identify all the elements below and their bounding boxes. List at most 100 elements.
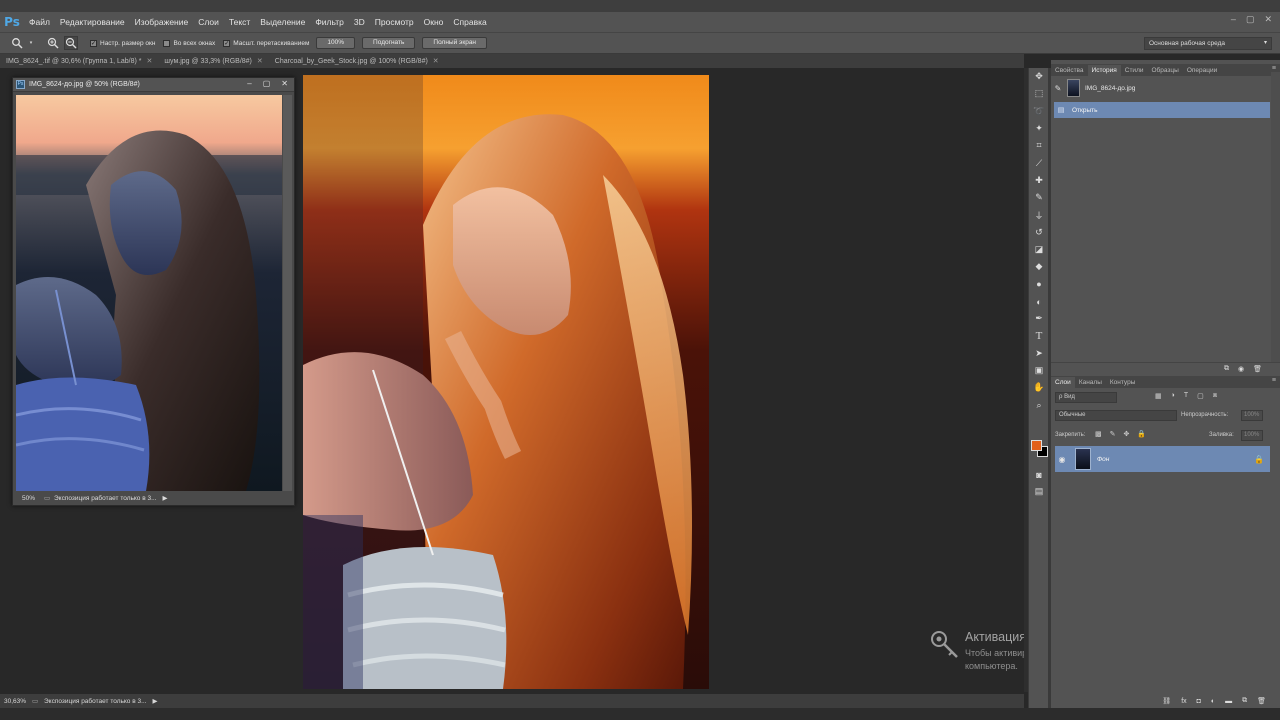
lock-all-icon[interactable]: 🔒 [1137,430,1146,438]
tab-channels[interactable]: Каналы [1075,377,1106,388]
type-tool-icon[interactable]: T [1029,327,1049,344]
eraser-tool-icon[interactable]: ◪ [1029,241,1049,258]
quick-mask-icon[interactable]: ◙ [1029,466,1049,483]
brush-tool-icon[interactable]: ✎ [1029,189,1049,206]
path-selection-tool-icon[interactable]: ➤ [1029,345,1049,362]
close-icon[interactable]: ✕ [433,57,439,65]
fill-field[interactable]: 100% [1241,430,1263,441]
marquee-tool-icon[interactable]: ⬚ [1029,85,1049,102]
magic-wand-tool-icon[interactable]: ✦ [1029,120,1049,137]
lock-transparency-icon[interactable]: ▩ [1095,430,1102,438]
workspace-select[interactable]: Основная рабочая среда ▾ [1144,37,1272,50]
menu-file[interactable]: Файл [24,17,55,27]
resize-windows-checkbox[interactable]: ✓ Настр. размер окн [90,39,155,47]
play-arrow-icon[interactable]: ▶ [153,697,158,705]
layer-filter-select[interactable]: ρ Вид [1055,392,1117,403]
eyedropper-tool-icon[interactable]: ⟋ [1029,154,1049,171]
chevron-down-icon[interactable]: ▾ [28,36,34,50]
move-tool-icon[interactable]: ✥ [1029,68,1049,85]
tab-charcoal-jpg[interactable]: Charcoal_by_Geek_Stock.jpg @ 100% (RGB/8… [269,57,445,66]
clone-stamp-tool-icon[interactable]: ⏚ [1029,206,1049,223]
zoom-readout[interactable]: 30,63% [4,698,32,705]
tab-history[interactable]: История [1087,65,1121,76]
menu-window[interactable]: Окно [419,17,449,27]
tab-noise-jpg[interactable]: шум.jpg @ 33,3% (RGB/8#) ✕ [158,57,268,66]
floating-window-scrollbar[interactable] [283,95,292,491]
play-arrow-icon[interactable]: ▶ [163,494,168,502]
add-mask-icon[interactable]: ◘ [1197,698,1201,705]
lasso-tool-icon[interactable]: ➰ [1029,103,1049,120]
hand-tool-icon[interactable]: ✋ [1029,379,1049,396]
history-item-open[interactable]: ▤ Открыть [1054,102,1270,118]
floating-document-window[interactable]: Ps IMG_8624-до.jpg @ 50% (RGB/8#) – ▢ ✕ [12,77,295,506]
trash-icon[interactable]: 🗑 [1257,697,1266,705]
floating-zoom-readout[interactable]: 50% [16,495,40,502]
blur-tool-icon[interactable]: ● [1029,276,1049,293]
zoom-tool-icon[interactable] [10,36,24,50]
history-snapshot[interactable]: ✎ IMG_8624-до.jpg [1051,77,1280,99]
before-photo[interactable] [16,95,282,491]
new-layer-icon[interactable]: ⧉ [1242,697,1247,705]
menu-help[interactable]: Справка [448,17,491,27]
lock-position-icon[interactable]: ✥ [1124,430,1130,438]
lock-pixels-icon[interactable]: ✎ [1110,430,1116,438]
healing-brush-tool-icon[interactable]: ✚ [1029,172,1049,189]
restore-button[interactable]: ▢ [1246,14,1255,25]
paint-bucket-tool-icon[interactable]: ◆ [1029,258,1049,275]
history-brush-tool-icon[interactable]: ↺ [1029,224,1049,241]
camera-icon[interactable]: ◉ [1238,365,1244,373]
type-filter-icon[interactable]: T [1184,392,1188,400]
link-layers-icon[interactable]: ⛓ [1162,697,1171,705]
menu-image[interactable]: Изображение [130,17,194,27]
layer-row-background[interactable]: ◉ Фон 🔒 [1055,446,1270,472]
smart-object-filter-icon[interactable]: ⧈ [1213,392,1217,400]
maximize-button[interactable]: ▢ [263,79,271,88]
adjustment-filter-icon[interactable]: ◑ [1171,392,1175,400]
close-button[interactable]: ✕ [1264,14,1272,25]
blend-mode-select[interactable]: Обычные [1055,410,1177,421]
tab-styles[interactable]: Стили [1121,65,1148,76]
opacity-field[interactable]: 100% [1241,410,1263,421]
zoom-100-button[interactable]: 100% [316,37,356,49]
menu-3d[interactable]: 3D [349,17,370,27]
tab-img8624-tif[interactable]: IMG_8624_.tif @ 30,6% (Группа 1, Lab/8) … [0,57,158,66]
zoom-tool-icon[interactable]: ⌕ [1029,397,1049,414]
full-screen-button[interactable]: Полный экран [422,37,488,49]
scrubby-zoom-checkbox[interactable]: ✓ Масшт. перетаскиванием [223,39,309,47]
history-scrollbar[interactable] [1271,72,1280,362]
adjustment-layer-icon[interactable]: ◐ [1211,698,1215,705]
tab-layers[interactable]: Слои [1051,377,1075,388]
screen-mode-icon[interactable]: ▤ [1029,483,1049,500]
dodge-tool-icon[interactable]: ◐ [1029,293,1049,310]
zoom-out-icon[interactable] [64,36,78,50]
menu-edit[interactable]: Редактирование [55,17,130,27]
layer-style-icon[interactable]: fx [1181,698,1186,705]
panel-menu-icon[interactable]: ≡ [1272,377,1276,384]
tab-paths[interactable]: Контуры [1106,377,1140,388]
menu-select[interactable]: Выделение [255,17,310,27]
minimize-button[interactable]: – [1231,14,1236,25]
close-button[interactable]: ✕ [281,79,288,88]
close-icon[interactable]: ✕ [147,57,153,65]
panel-menu-icon[interactable]: ≡ [1272,65,1276,72]
menu-layers[interactable]: Слои [193,17,224,27]
pen-tool-icon[interactable]: ✒ [1029,310,1049,327]
menu-filter[interactable]: Фильтр [310,17,349,27]
minimize-button[interactable]: – [247,79,251,88]
shape-filter-icon[interactable]: ▢ [1197,392,1204,400]
main-photo[interactable] [303,75,709,689]
crop-tool-icon[interactable]: ⌗ [1029,137,1049,154]
shape-tool-icon[interactable]: ▣ [1029,362,1049,379]
close-icon[interactable]: ✕ [257,57,263,65]
tab-actions[interactable]: Операции [1183,65,1221,76]
tab-swatches[interactable]: Образцы [1148,65,1183,76]
new-document-from-state-icon[interactable]: ⧉ [1224,365,1229,373]
new-group-icon[interactable]: ▬ [1225,698,1232,705]
pixel-filter-icon[interactable]: ▦ [1155,392,1162,400]
history-brush-source-icon[interactable]: ✎ [1051,84,1065,93]
trash-icon[interactable]: 🗑 [1253,365,1262,373]
foreground-color-swatch[interactable] [1031,440,1042,451]
all-windows-checkbox[interactable]: Во всех окнах [163,39,215,47]
tab-properties[interactable]: Свойства [1051,65,1088,76]
fit-screen-button[interactable]: Подогнать [362,37,416,49]
